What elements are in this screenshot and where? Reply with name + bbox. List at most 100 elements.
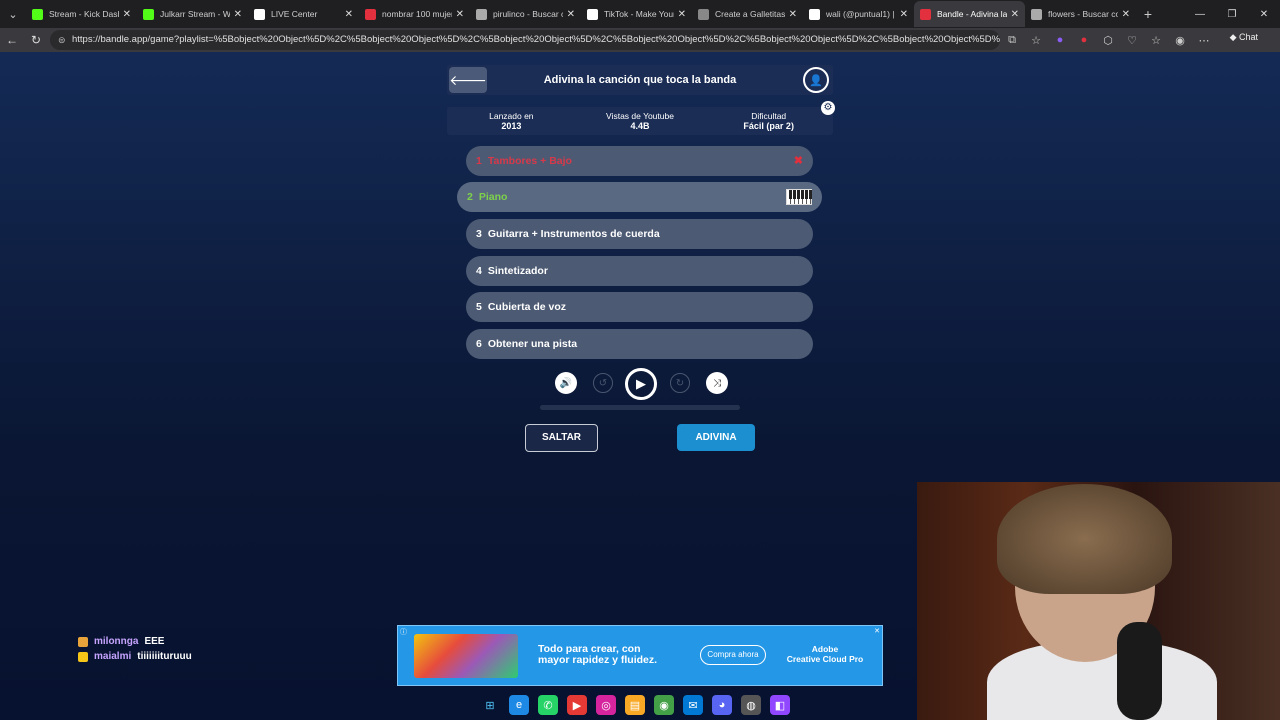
browser-tab[interactable]: flowers - Buscar con ✕ bbox=[1025, 1, 1136, 27]
track-row-2[interactable]: 2 Piano bbox=[457, 182, 822, 212]
close-tab-icon[interactable]: ✕ bbox=[234, 9, 242, 20]
skip-button[interactable]: SALTAR bbox=[525, 424, 598, 452]
guess-button[interactable]: ADIVINA bbox=[677, 424, 755, 451]
reload-icon[interactable]: ↻ bbox=[24, 33, 48, 47]
wrong-x-icon: ✖ bbox=[793, 155, 803, 167]
ad-brand: Adobe Creative Cloud Pro bbox=[782, 644, 868, 664]
media-icon[interactable]: ▶ bbox=[567, 695, 587, 715]
tab-favicon-icon bbox=[587, 8, 598, 20]
tab-list: Stream - Kick Dashb ✕ Julkarr Stream - Wa ✕… bbox=[26, 1, 1136, 27]
start-icon[interactable]: ⊞ bbox=[480, 695, 500, 715]
copilot-chat-button[interactable]: ◆ Chat bbox=[1230, 32, 1258, 43]
window-controls: — ❐ ✕ bbox=[1184, 0, 1280, 28]
back-button[interactable]: 🡐 bbox=[449, 67, 487, 93]
obs-icon[interactable]: ◍ bbox=[741, 695, 761, 715]
folder-icon[interactable]: ▤ bbox=[625, 695, 645, 715]
chat-text: EEE bbox=[144, 636, 165, 647]
extension-icon[interactable]: ● bbox=[1052, 34, 1068, 46]
whatsapp-icon[interactable]: ✆ bbox=[538, 695, 558, 715]
stream-chat-overlay: milonnga EEE maialmi tiiiiiiituruuu bbox=[78, 634, 258, 664]
minimize-button[interactable]: — bbox=[1184, 0, 1216, 28]
track-number: 2 bbox=[467, 191, 473, 203]
twitch-icon[interactable]: ◧ bbox=[770, 695, 790, 715]
tab-title: pirulinco - Buscar c bbox=[493, 9, 563, 19]
browser-tab[interactable]: Bandle - Adivina la c ✕ bbox=[914, 1, 1025, 27]
track-row-6[interactable]: 6 Obtener una pista bbox=[466, 329, 813, 359]
track-number: 4 bbox=[476, 265, 482, 277]
ad-close-icon[interactable]: ✕ bbox=[874, 627, 880, 635]
browser-toolbar: ← ↻ ⊜ https://bandle.app/game?playlist=%… bbox=[0, 28, 1280, 52]
close-window-button[interactable]: ✕ bbox=[1248, 0, 1280, 28]
track-row-5[interactable]: 5 Cubierta de voz bbox=[466, 292, 813, 322]
shuffle-icon[interactable]: ⤨ bbox=[706, 372, 728, 394]
profile-avatar[interactable]: ◉ bbox=[1172, 34, 1188, 47]
tab-title: nombrar 100 mujere bbox=[382, 9, 452, 19]
tab-favicon-icon bbox=[143, 8, 154, 20]
ad-info-icon[interactable]: ⓘ bbox=[400, 627, 407, 637]
track-label: Tambores + Bajo bbox=[487, 155, 572, 167]
ad-image bbox=[414, 634, 518, 678]
track-label: Guitarra + Instrumentos de cuerda bbox=[487, 228, 660, 240]
close-tab-icon[interactable]: ✕ bbox=[678, 9, 686, 20]
track-label: Piano bbox=[478, 191, 508, 203]
favorite-icon[interactable]: ☆ bbox=[1028, 34, 1044, 47]
profile-button[interactable]: 👤 bbox=[803, 67, 829, 93]
track-row-4[interactable]: 4 Sintetizador bbox=[466, 256, 813, 286]
browser-tab[interactable]: wali (@puntual1) | Ti ✕ bbox=[803, 1, 914, 27]
stat-label: Vistas de Youtube bbox=[606, 111, 674, 121]
browser-tab[interactable]: nombrar 100 mujere ✕ bbox=[359, 1, 470, 27]
close-tab-icon[interactable]: ✕ bbox=[567, 9, 575, 20]
player-controls: 🔊 ↺ ▶ ↻ ⤨ bbox=[552, 368, 732, 400]
close-tab-icon[interactable]: ✕ bbox=[789, 9, 797, 20]
extension-icon[interactable]: ● bbox=[1076, 34, 1092, 46]
play-button[interactable]: ▶ bbox=[625, 368, 657, 400]
chrome-icon[interactable]: ◉ bbox=[654, 695, 674, 715]
tab-title: Stream - Kick Dashb bbox=[49, 9, 119, 19]
browser-tab[interactable]: Stream - Kick Dashb ✕ bbox=[26, 1, 137, 27]
outlook-icon[interactable]: ✉ bbox=[683, 695, 703, 715]
restore-button[interactable]: ❐ bbox=[1216, 0, 1248, 28]
instagram-icon[interactable]: ◎ bbox=[596, 695, 616, 715]
extensions-icon[interactable]: ⬡ bbox=[1100, 34, 1116, 47]
browser-tab[interactable]: pirulinco - Buscar c ✕ bbox=[470, 1, 581, 27]
edge-icon[interactable]: e bbox=[509, 695, 529, 715]
tab-title: Create a Galletitas c bbox=[715, 9, 785, 19]
volume-icon[interactable]: 🔊 bbox=[555, 372, 577, 394]
browser-essentials-icon[interactable]: ♡ bbox=[1124, 34, 1140, 47]
close-tab-icon[interactable]: ✕ bbox=[1011, 9, 1019, 20]
close-tab-icon[interactable]: ✕ bbox=[900, 9, 908, 20]
chat-text: tiiiiiiituruuu bbox=[137, 651, 192, 662]
browser-tab[interactable]: Create a Galletitas c ✕ bbox=[692, 1, 803, 27]
site-info-icon[interactable]: ⊜ bbox=[58, 30, 66, 50]
track-row-3[interactable]: 3 Guitarra + Instrumentos de cuerda bbox=[466, 219, 813, 249]
close-tab-icon[interactable]: ✕ bbox=[456, 9, 464, 20]
playback-progress-bar[interactable] bbox=[540, 405, 740, 410]
ad-banner[interactable]: ⓘ Todo para crear, con mayor rapidez y fl… bbox=[397, 625, 883, 686]
track-label: Sintetizador bbox=[487, 265, 548, 277]
settings-gear-icon[interactable]: ⚙ bbox=[821, 101, 835, 115]
close-tab-icon[interactable]: ✕ bbox=[1122, 9, 1130, 20]
close-tab-icon[interactable]: ✕ bbox=[345, 9, 353, 20]
address-bar[interactable]: ⊜ https://bandle.app/game?playlist=%5Bob… bbox=[50, 30, 1000, 50]
more-icon[interactable]: ⋯ bbox=[1196, 34, 1212, 47]
rewind-5-icon[interactable]: ↺ bbox=[593, 373, 613, 393]
microphone bbox=[1117, 622, 1162, 720]
close-tab-icon[interactable]: ✕ bbox=[123, 9, 131, 20]
arrow-left-icon: 🡐 bbox=[449, 71, 487, 88]
browser-tab[interactable]: Julkarr Stream - Wa ✕ bbox=[137, 1, 248, 27]
track-number: 1 bbox=[476, 155, 482, 167]
chat-message: milonnga EEE bbox=[78, 634, 258, 649]
track-row-1[interactable]: 1 Tambores + Bajo ✖ bbox=[466, 146, 813, 176]
browser-tab[interactable]: LIVE Center ✕ bbox=[248, 1, 359, 27]
tab-actions-menu[interactable]: ⌄ bbox=[0, 0, 26, 28]
forward-5-icon[interactable]: ↻ bbox=[670, 373, 690, 393]
discord-icon[interactable]: ◕ bbox=[712, 695, 732, 715]
ad-cta-button[interactable]: Compra ahora bbox=[700, 645, 766, 665]
split-screen-icon[interactable]: ⧉ bbox=[1004, 34, 1020, 47]
browser-tab[interactable]: TikTok - Make Your D ✕ bbox=[581, 1, 692, 27]
back-icon[interactable]: ← bbox=[0, 33, 24, 47]
browser-extensions: ⧉ ☆ ● ● ⬡ ♡ ☆ ◉ ⋯ bbox=[1004, 28, 1212, 52]
favorites-icon[interactable]: ☆ bbox=[1148, 34, 1164, 47]
stat-label: Lanzado en bbox=[489, 111, 534, 121]
new-tab-button[interactable]: + bbox=[1136, 6, 1160, 22]
